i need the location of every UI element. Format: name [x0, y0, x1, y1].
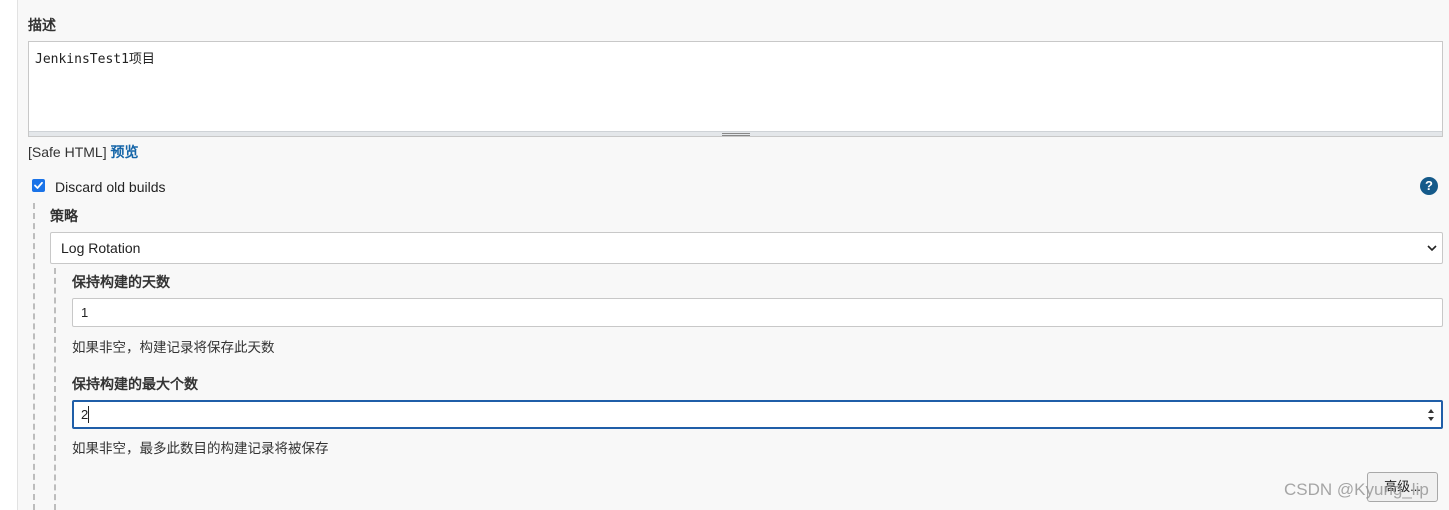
strategy-selected-value: Log Rotation — [61, 240, 141, 256]
resize-grip-icon[interactable] — [722, 133, 750, 136]
days-to-keep-input[interactable]: 1 — [72, 298, 1443, 327]
checkmark-icon — [34, 181, 43, 189]
textarea-resize-bar[interactable] — [29, 131, 1442, 136]
discard-old-builds-checkbox[interactable] — [32, 179, 45, 192]
days-to-keep-value[interactable]: 1 — [81, 305, 88, 320]
watermark: CSDN @Kyung_lip — [1284, 480, 1429, 499]
description-label: 描述 — [28, 17, 56, 33]
max-builds-input[interactable]: 2 — [72, 400, 1443, 429]
safe-html-note: [Safe HTML] 预览 — [28, 142, 138, 162]
days-to-keep-hint: 如果非空，构建记录将保存此天数 — [72, 340, 275, 355]
text-caret — [88, 406, 89, 423]
chevron-down-icon — [1427, 245, 1437, 252]
description-text[interactable]: JenkinsTest1项目 — [35, 48, 155, 67]
discard-old-builds-label[interactable]: Discard old builds — [55, 179, 166, 195]
preview-link[interactable]: 预览 — [110, 144, 138, 160]
max-builds-label: 保持构建的最大个数 — [72, 376, 198, 392]
nesting-line-inner — [54, 268, 56, 510]
description-textarea[interactable]: JenkinsTest1项目 — [28, 41, 1443, 137]
max-builds-hint: 如果非空，最多此数目的构建记录将被保存 — [72, 441, 329, 456]
strategy-select[interactable]: Log Rotation — [50, 232, 1443, 264]
help-icon[interactable]: ? — [1420, 177, 1438, 195]
safe-html-label: [Safe HTML] — [28, 144, 107, 160]
strategy-label: 策略 — [50, 208, 78, 224]
number-spinner-icon[interactable] — [1427, 407, 1435, 423]
nesting-line-outer — [33, 203, 35, 510]
days-to-keep-label: 保持构建的天数 — [72, 274, 170, 290]
